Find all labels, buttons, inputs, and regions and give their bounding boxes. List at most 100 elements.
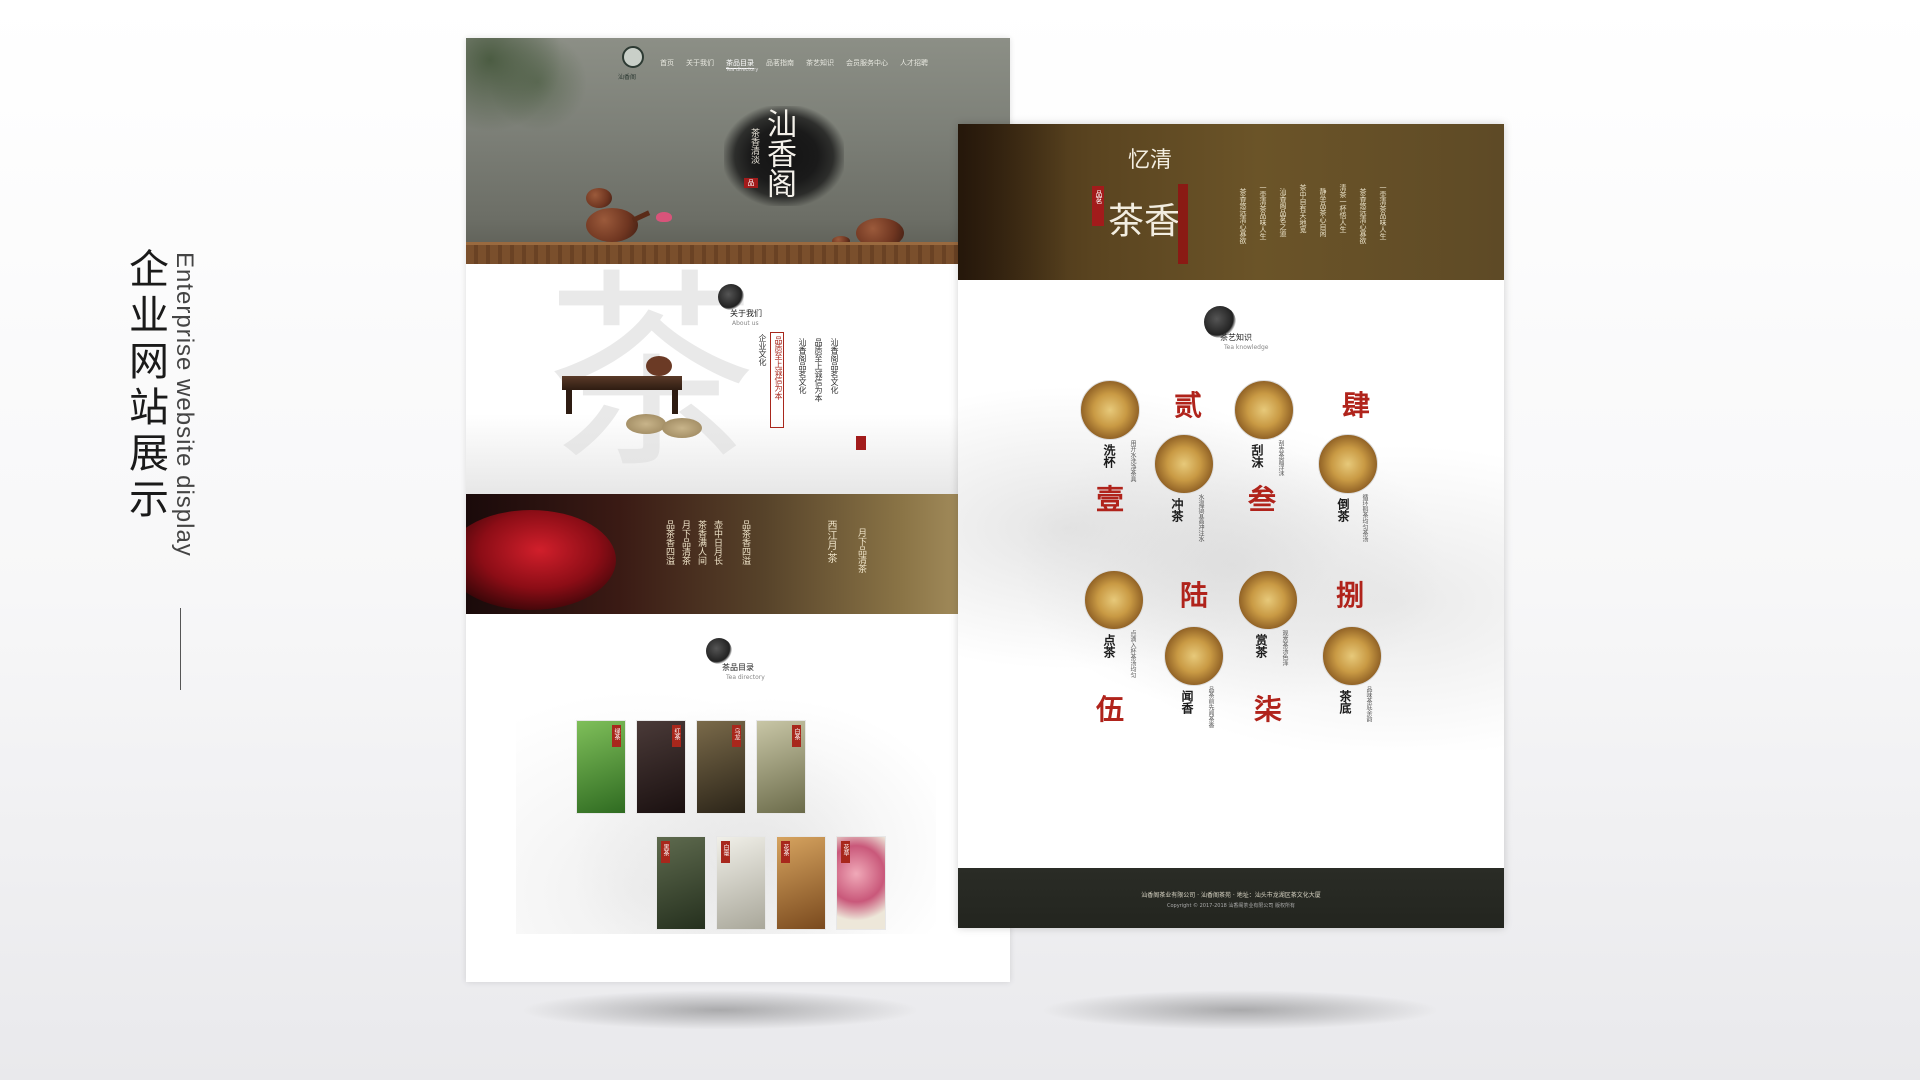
header-title-top: 忆清 <box>1128 148 1173 173</box>
header-vert-text: 静坐品茶心自闲 <box>1319 188 1327 237</box>
hero-subtitle: 茶香清淡 <box>749 128 759 164</box>
divider-line <box>180 608 181 690</box>
product-tag: 白茶 <box>792 725 801 747</box>
poem-title: 西江月·茶 <box>825 520 836 564</box>
step-image <box>1234 380 1294 440</box>
step-numeral: 捌 <box>1336 579 1365 612</box>
about-heading: 企业文化 <box>758 334 767 366</box>
knowledge-header: 忆清 茶香 品茗 茶香悠远清心寡欲 一壶清茶品味人生 汕香阁品茗之道 茶中自有天… <box>958 124 1504 280</box>
step-numeral: 贰 <box>1174 389 1203 422</box>
footer-line-2: Copyright © 2017-2018 汕香阁茶业有限公司 版权所有 <box>1166 903 1296 909</box>
tea-table <box>562 376 682 390</box>
product-card-silver[interactable]: 白毫 <box>716 836 766 930</box>
hero-seal: 品 <box>744 178 758 188</box>
step-numeral: 壹 <box>1096 483 1125 516</box>
step-image <box>1154 434 1214 494</box>
header-vert-text: 汕香阁品茗之道 <box>1279 188 1287 237</box>
nav-item-members[interactable]: 会员服务中心 <box>846 58 888 69</box>
step-image <box>1164 626 1224 686</box>
product-card-green[interactable]: 绿茶 <box>576 720 626 814</box>
about-sub: About us <box>732 320 759 327</box>
showcase-title-cn: 企业网站展示 <box>122 248 168 524</box>
header-shade <box>958 124 1068 280</box>
page2-shadow <box>1040 990 1440 1030</box>
nav-item-guide[interactable]: 品茗指南 <box>766 58 794 69</box>
footer-line-1: 汕香阁茶业有限公司 · 汕香阁茶苑 · 地址：汕头市龙湖区茶文化大厦 <box>1141 892 1321 899</box>
header-vert-text: 茶香悠远清心寡欲 <box>1359 188 1367 244</box>
step-desc: 观赏茶汤色泽 <box>1281 630 1288 666</box>
top-nav: 首页 关于我们 茶品目录 品茗指南 茶艺知识 会员服务中心 人才招聘 <box>660 58 928 69</box>
nav-item-jobs[interactable]: 人才招聘 <box>900 58 928 69</box>
knowledge-sub: Tea knowledge <box>1224 344 1269 351</box>
page1-shadow <box>520 990 920 1030</box>
product-card-white[interactable]: 白茶 <box>756 720 806 814</box>
step-desc: 品茶前先闻茶香 <box>1207 686 1214 728</box>
pine-ink-bg <box>958 380 1504 750</box>
step-image <box>1084 570 1144 630</box>
step-image <box>1322 626 1382 686</box>
step-desc: 刮去茶面浮沫 <box>1277 440 1284 476</box>
step-desc: 点滴入杯茶汤均匀 <box>1129 630 1136 678</box>
small-teapot-icon <box>646 356 672 376</box>
teapot-spout <box>631 210 651 223</box>
logo-icon[interactable] <box>622 46 644 68</box>
step-image <box>1080 380 1140 440</box>
tea-cake-icon <box>626 414 666 434</box>
poem-col: 茶香满人间 <box>696 520 706 565</box>
website-mockup-knowledge: 忆清 茶香 品茗 茶香悠远清心寡欲 一壶清茶品味人生 汕香阁品茗之道 茶中自有天… <box>958 124 1504 928</box>
incense-burner-icon <box>586 188 612 208</box>
mist-mountains <box>466 414 1010 494</box>
header-vert-text: 清茶一杯悟人生 <box>1339 184 1347 233</box>
step-label: 点茶 <box>1102 634 1116 658</box>
nav-item-about[interactable]: 关于我们 <box>686 58 714 69</box>
step-label: 洗杯 <box>1102 444 1116 468</box>
step-label: 冲茶 <box>1170 498 1184 522</box>
product-card-oolong[interactable]: 乌龙 <box>696 720 746 814</box>
header-vert-text: 茶香悠远清心寡欲 <box>1239 188 1247 244</box>
about-section: 茶 关于我们 About us 企业文化 品质至上诚信为本 汕香阁品茗文化 品质… <box>466 264 1010 494</box>
wooden-table <box>466 242 1010 264</box>
hero-seal-text: 品 <box>747 179 755 187</box>
about-col: 品质至上诚信为本 <box>814 338 823 402</box>
poem-col: 壶中日月长 <box>712 520 722 565</box>
about-red-col: 品质至上诚信为本 <box>774 336 783 400</box>
knowledge-title: 茶艺知识 <box>1220 333 1252 342</box>
products-sub: Tea directory <box>726 674 765 681</box>
product-tag: 花茶 <box>781 841 790 863</box>
poem-col: 品茶香四溢 <box>740 520 750 565</box>
header-vert-text: 茶中自有天地宽 <box>1299 184 1307 233</box>
product-card-black[interactable]: 红茶 <box>636 720 686 814</box>
nav-item-home[interactable]: 首页 <box>660 58 674 69</box>
poem-col: 月下品清茶 <box>680 520 690 565</box>
hero-section: 汕香阁 首页 关于我们 茶品目录 品茗指南 茶艺知识 会员服务中心 人才招聘 T… <box>466 38 1010 264</box>
product-card-amber[interactable]: 花茶 <box>776 836 826 930</box>
products-section: 茶品目录 Tea directory 绿茶 红茶 乌龙 白茶 黑茶 白毫 花茶 … <box>466 614 1010 982</box>
hero-title: 汕香阁 <box>761 108 796 198</box>
table-leg <box>672 390 678 414</box>
step-numeral: 柒 <box>1254 693 1283 726</box>
step-numeral: 叁 <box>1248 483 1277 516</box>
nav-item-knowledge[interactable]: 茶艺知识 <box>806 58 834 69</box>
about-title: 关于我们 <box>730 309 762 318</box>
header-red-tag: 品茗 <box>1092 186 1104 226</box>
lotus-icon <box>656 212 672 222</box>
about-col: 汕香阁品茗文化 <box>798 338 807 394</box>
product-card-flower[interactable]: 花草 <box>836 836 886 930</box>
product-tag: 花草 <box>841 841 850 863</box>
step-image <box>1318 434 1378 494</box>
product-card-dark[interactable]: 黑茶 <box>656 836 706 930</box>
product-tag: 黑茶 <box>661 841 670 863</box>
website-mockup-home: 汕香阁 首页 关于我们 茶品目录 品茗指南 茶艺知识 会员服务中心 人才招聘 T… <box>466 38 1010 982</box>
poem-banner: 品茶香四溢 月下品清茶 茶香满人间 壶中日月长 品茶香四溢 西江月·茶 月下品清… <box>466 494 1010 614</box>
site-footer: 汕香阁茶业有限公司 · 汕香阁茶苑 · 地址：汕头市龙湖区茶文化大厦 Copyr… <box>958 868 1504 928</box>
product-tag: 红茶 <box>672 725 681 747</box>
step-numeral: 肆 <box>1342 389 1371 422</box>
poem-col: 月下品清茶 <box>856 528 866 573</box>
section-emblem-icon <box>706 638 732 664</box>
step-desc: 水温适宜高冲注水 <box>1197 494 1204 542</box>
about-seal <box>856 436 866 450</box>
products-title: 茶品目录 <box>722 663 754 672</box>
header-red-tag-right <box>1178 184 1188 264</box>
teapot-left-icon <box>586 208 638 242</box>
step-label: 闻香 <box>1180 690 1194 714</box>
